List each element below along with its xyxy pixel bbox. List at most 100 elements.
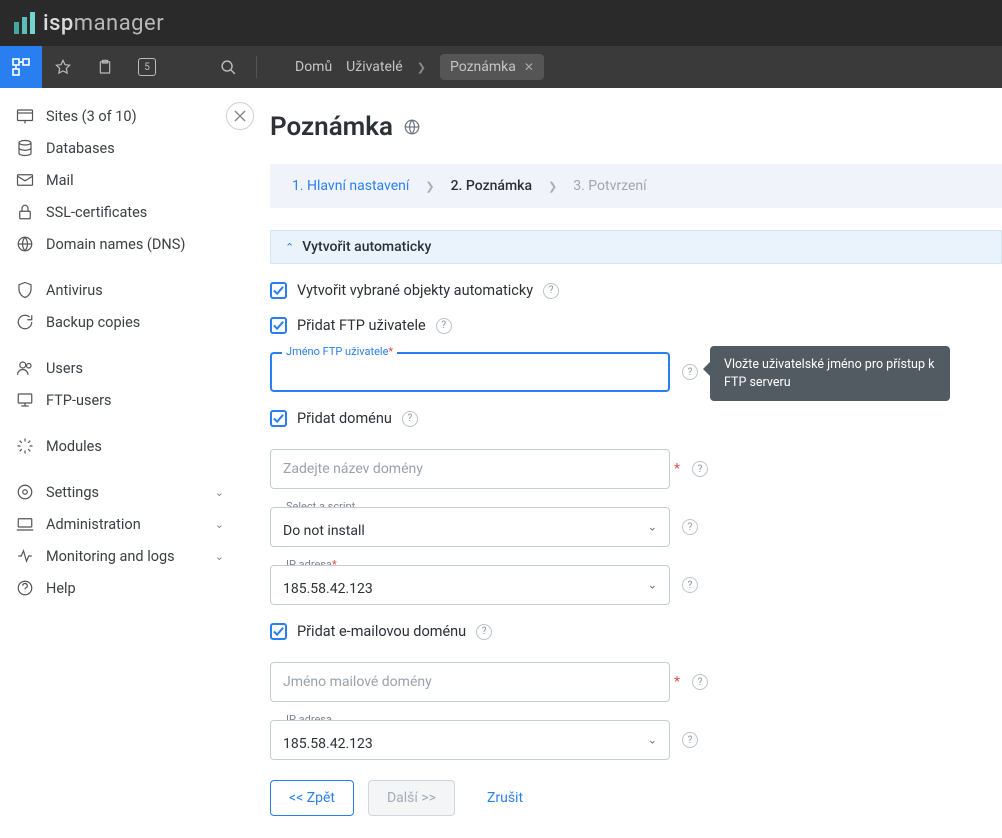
checkbox-label: Přidat e-mailovou doménu <box>297 623 466 640</box>
next-button[interactable]: Další >> <box>368 780 455 816</box>
sidebar: Sites (3 of 10) Databases Mail SSL-certi… <box>0 88 240 838</box>
sidebar-label: FTP-users <box>46 392 112 409</box>
sidebar-label: Mail <box>46 172 74 189</box>
domain-name-input[interactable] <box>270 449 670 489</box>
breadcrumb: Domů Uživatelé ❯ Poznámka ✕ <box>295 54 544 80</box>
sidebar-label: Users <box>46 360 83 377</box>
sidebar-item-modules[interactable]: Modules <box>0 430 240 462</box>
mail-icon <box>16 171 34 189</box>
search-icon[interactable] <box>208 59 248 76</box>
help-icon[interactable]: ? <box>476 624 492 640</box>
shield-icon <box>16 281 34 299</box>
sidebar-item-settings[interactable]: Settings ⌄ <box>0 476 240 508</box>
sidebar-label: Backup copies <box>46 314 140 331</box>
sidebar-item-administration[interactable]: Administration ⌄ <box>0 508 240 540</box>
chevron-right-icon: ❯ <box>417 61 426 74</box>
ftp-icon <box>16 391 34 409</box>
sidebar-item-help[interactable]: Help <box>0 572 240 604</box>
brand-light: isp <box>43 11 74 36</box>
tooltip: Vložte uživatelské jméno pro přístup k F… <box>710 346 950 401</box>
mail-domain-input[interactable] <box>270 662 670 702</box>
brand-logo: ispmanager <box>14 11 164 36</box>
sites-icon <box>16 107 34 125</box>
script-select[interactable]: Do not install ⌄ <box>270 507 670 547</box>
tooltip-text: Vložte uživatelské jméno pro přístup k F… <box>724 357 934 390</box>
favorite-star-icon[interactable] <box>42 46 84 88</box>
sidebar-label: SSL-certificates <box>46 204 147 221</box>
sidebar-item-users[interactable]: Users <box>0 352 240 384</box>
ip-select[interactable]: 185.58.42.123 ⌄ <box>270 565 670 605</box>
main-content: Poznámka 1. Hlavní nastavení ❯ 2. Poznám… <box>240 88 1002 838</box>
back-button[interactable]: << Zpět <box>270 780 354 816</box>
checkbox-add-domain[interactable] <box>270 410 287 427</box>
sidebar-item-monitoring[interactable]: Monitoring and logs ⌄ <box>0 540 240 572</box>
section-label: Vytvořit automaticky <box>302 239 431 255</box>
laptop-icon <box>16 515 34 533</box>
required-marker: * <box>674 674 680 690</box>
ftp-username-input[interactable] <box>270 352 670 392</box>
settings-icon <box>16 483 34 501</box>
checkbox-label: Vytvořit vybrané objekty automaticky <box>297 282 533 299</box>
dashboard-icon[interactable] <box>0 46 42 88</box>
sidebar-label: Databases <box>46 140 115 157</box>
section-auto-create[interactable]: ⌃ Vytvořit automaticky <box>270 230 1002 264</box>
close-tab-icon[interactable]: ✕ <box>524 60 534 74</box>
select-value: 185.58.42.123 <box>283 581 373 597</box>
sidebar-label: Domain names (DNS) <box>46 236 185 253</box>
help-icon[interactable]: ? <box>692 674 708 690</box>
help-icon[interactable]: ? <box>436 318 452 334</box>
help-icon[interactable]: ? <box>692 461 708 477</box>
checkbox-auto-create[interactable] <box>270 282 287 299</box>
help-icon[interactable]: ? <box>682 519 698 535</box>
chevron-up-icon: ⌃ <box>285 241 294 254</box>
step-1[interactable]: 1. Hlavní nastavení <box>292 178 409 194</box>
select-value: 185.58.42.123 <box>283 736 373 752</box>
help-icon[interactable]: ? <box>682 364 698 380</box>
breadcrumb-users[interactable]: Uživatelé <box>346 59 403 75</box>
sidebar-label: Sites (3 of 10) <box>46 108 137 125</box>
checkbox-label: Přidat FTP uživatele <box>297 317 426 334</box>
ip2-select[interactable]: 185.58.42.123 ⌄ <box>270 720 670 760</box>
step-3: 3. Potvrzení <box>573 178 646 194</box>
checkbox-add-mail-domain[interactable] <box>270 623 287 640</box>
breadcrumb-home[interactable]: Domů <box>295 59 332 75</box>
sidebar-label: Settings <box>46 484 99 501</box>
chevron-right-icon: ❯ <box>425 180 434 193</box>
page-title: Poznámka <box>270 112 393 142</box>
sidebar-item-databases[interactable]: Databases <box>0 132 240 164</box>
globe-icon <box>16 235 34 253</box>
clipboard-icon[interactable] <box>84 46 126 88</box>
toolbar: 5 Domů Uživatelé ❯ Poznámka ✕ <box>0 46 1002 88</box>
chevron-down-icon: ⌄ <box>215 486 224 499</box>
cancel-button[interactable]: Zrušit <box>469 780 541 816</box>
sidebar-item-mail[interactable]: Mail <box>0 164 240 196</box>
help-icon[interactable]: ? <box>543 283 559 299</box>
brand-heavy: manager <box>74 11 164 36</box>
sidebar-item-sites[interactable]: Sites (3 of 10) <box>0 100 240 132</box>
database-icon <box>16 139 34 157</box>
sidebar-item-backup[interactable]: Backup copies <box>0 306 240 338</box>
sidebar-item-ssl[interactable]: SSL-certificates <box>0 196 240 228</box>
backup-icon <box>16 313 34 331</box>
globe-small-icon <box>403 118 421 136</box>
required-marker: * <box>674 461 680 477</box>
help-icon[interactable]: ? <box>682 732 698 748</box>
help-icon[interactable]: ? <box>682 577 698 593</box>
required-marker: * <box>388 345 393 358</box>
sidebar-item-ftp[interactable]: FTP-users <box>0 384 240 416</box>
breadcrumb-current-label: Poznámka <box>450 59 516 75</box>
breadcrumb-current-tab: Poznámka ✕ <box>440 54 544 80</box>
chevron-right-icon: ❯ <box>548 180 557 193</box>
sidebar-item-antivirus[interactable]: Antivirus <box>0 274 240 306</box>
modules-icon <box>16 437 34 455</box>
topbar: ispmanager <box>0 0 1002 46</box>
checkbox-add-ftp[interactable] <box>270 317 287 334</box>
chevron-down-icon: ⌄ <box>215 518 224 531</box>
help-icon[interactable]: ? <box>402 411 418 427</box>
wizard-steps: 1. Hlavní nastavení ❯ 2. Poznámka ❯ 3. P… <box>270 164 1002 208</box>
step-2: 2. Poznámka <box>451 178 532 194</box>
sidebar-label: Modules <box>46 438 102 455</box>
sidebar-item-dns[interactable]: Domain names (DNS) <box>0 228 240 260</box>
sidebar-label: Administration <box>46 516 141 533</box>
counter-badge[interactable]: 5 <box>126 46 168 88</box>
